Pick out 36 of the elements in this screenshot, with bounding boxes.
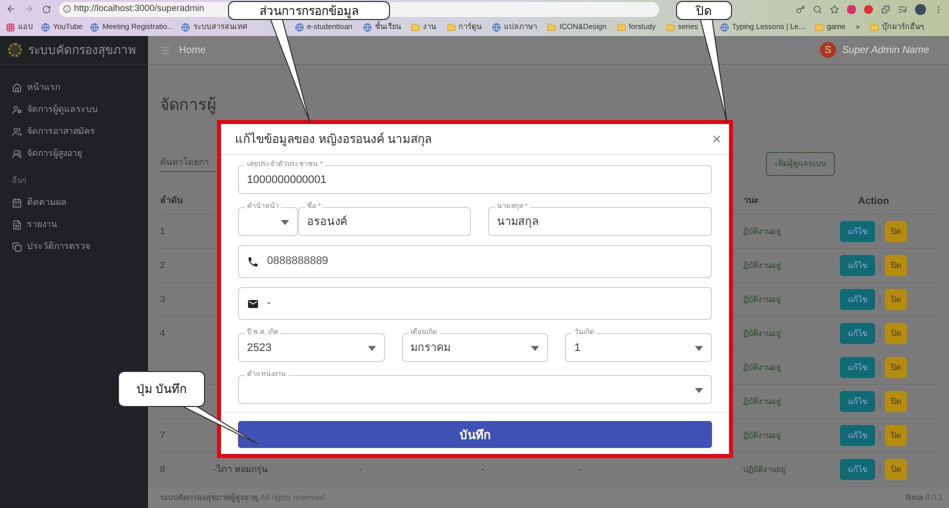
table-cell-text: -	[481, 462, 485, 476]
table-cell-text: 8	[160, 462, 166, 476]
brand-name: ระบบคัดกรองสุขภาพ	[28, 42, 136, 59]
divider-text: |	[878, 292, 882, 306]
divider-text: |	[878, 428, 882, 442]
table-cell-text: 3	[160, 292, 166, 306]
table-cell-text: 1	[160, 224, 166, 238]
table-cell-text: -วิภา หอมกรุ่น	[213, 462, 268, 476]
divider-text: |	[878, 462, 882, 476]
status-cell-text: ฏิบัติงานอยู่	[742, 260, 782, 272]
page-title: จัดการผู้	[160, 97, 216, 114]
divider-text: |	[878, 224, 882, 238]
status-cell-text: ฏิบัติงานอยู่	[742, 328, 782, 340]
column-header: Action	[856, 194, 890, 208]
status-cell-text: ฏิบัติงานอยู่	[742, 430, 782, 442]
sidebar-heading: อื่นๆ	[11, 174, 27, 187]
column-header: ลำดับ	[160, 194, 184, 208]
column-header: านะ	[742, 194, 760, 208]
divider-text: |	[878, 326, 882, 340]
status-cell-text: ฏิบัติงานอยู่	[742, 294, 782, 306]
annotation-tooltip: ปุ่ม บันทึก	[118, 371, 205, 407]
status-cell-text: ฏิบัติงานอยู่	[742, 396, 782, 408]
table-cell-text: 2	[160, 258, 166, 272]
annotation-tooltip: ส่วนการกรอกข้อมูล	[228, 1, 390, 20]
status-cell-text: ฏิบัติงานอยู่	[742, 362, 782, 374]
dialog-title: แก้ไขข้อมูลของ หญิงอรอนงค์ นามสกุล	[235, 131, 432, 148]
divider-text: |	[878, 360, 882, 374]
status-cell-text: ฏิบัติงานอยู่	[742, 226, 782, 238]
status-cell-text: ปฏิบัติงานอยู่	[742, 464, 787, 476]
table-cell-text: 7	[160, 428, 166, 442]
divider-text: |	[878, 394, 882, 408]
divider-text: |	[878, 258, 882, 272]
annotation-tooltip: ปิด	[676, 1, 732, 20]
table-cell-text: -	[579, 462, 583, 476]
table-cell-text: -	[359, 462, 363, 476]
table-cell-text: 4	[160, 326, 166, 340]
